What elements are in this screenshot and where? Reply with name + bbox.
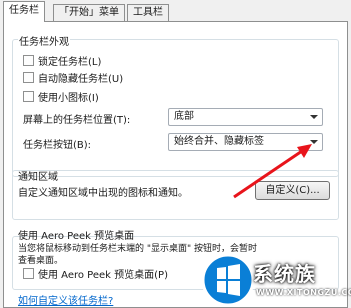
- arrow-head: [297, 144, 312, 158]
- watermark: 系统族 WWW.XITONGZU.COM: [196, 252, 351, 308]
- tab-taskbar[interactable]: 任务栏: [3, 1, 45, 22]
- arrow-shaft: [233, 147, 306, 199]
- windows-logo-icon: [201, 253, 255, 307]
- watermark-url: WWW.XITONGZU.COM: [256, 288, 351, 297]
- watermark-text: 系统族: [253, 262, 316, 286]
